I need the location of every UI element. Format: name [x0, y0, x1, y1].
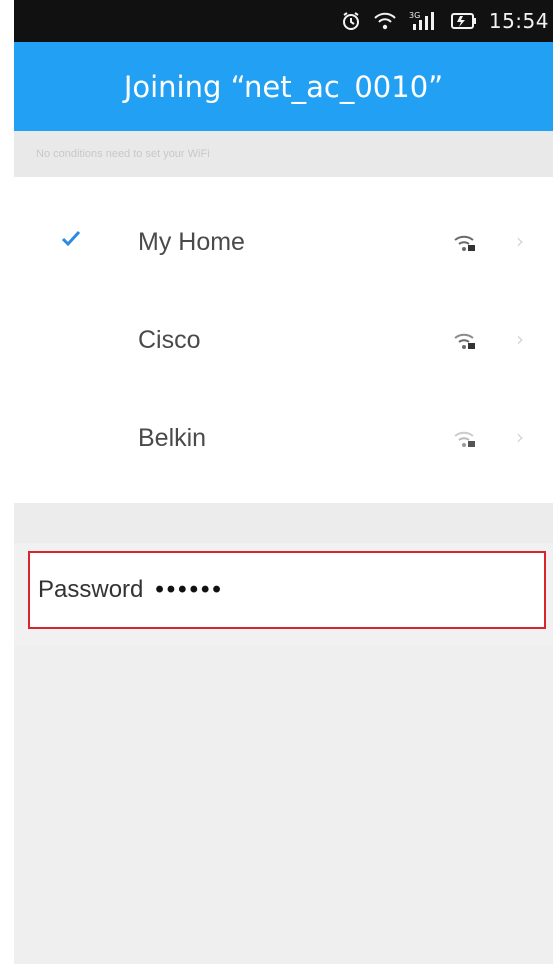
network-item-belkin[interactable]: Belkin › [14, 389, 553, 487]
section-divider [14, 503, 553, 543]
chevron-right-icon: › [516, 229, 524, 253]
password-value[interactable]: •••••• [155, 576, 223, 604]
check-icon [60, 227, 82, 254]
page-title: Joining “net_ac_0010” [14, 42, 553, 131]
hint-text: No conditions need to set your WiFi [14, 131, 553, 177]
wifi-icon [373, 11, 397, 31]
password-label: Password [38, 576, 144, 603]
network-name: My Home [138, 228, 245, 256]
phone-screen: 3G 15:54 Joining “net_ac_0010” No condit… [14, 0, 553, 964]
network-list: My Home › Cisco › Belkin › [14, 177, 553, 503]
wifi-lock-icon [454, 233, 478, 258]
status-time: 15:54 [488, 9, 549, 33]
status-bar: 3G 15:54 [14, 0, 553, 42]
network-item-cisco[interactable]: Cisco › [14, 291, 553, 389]
network-item-my-home[interactable]: My Home › [14, 193, 553, 291]
battery-icon [450, 12, 477, 30]
alarm-icon [341, 11, 361, 31]
network-name: Cisco [138, 326, 201, 354]
wifi-lock-icon [454, 331, 478, 356]
cellular-signal-icon: 3G [409, 10, 439, 32]
wifi-lock-icon [454, 429, 478, 454]
password-field[interactable]: Password •••••• [28, 551, 546, 629]
network-type-label: 3G [409, 11, 420, 20]
empty-area [14, 645, 553, 964]
network-name: Belkin [138, 424, 207, 452]
chevron-right-icon: › [516, 327, 524, 351]
chevron-right-icon: › [516, 425, 524, 449]
